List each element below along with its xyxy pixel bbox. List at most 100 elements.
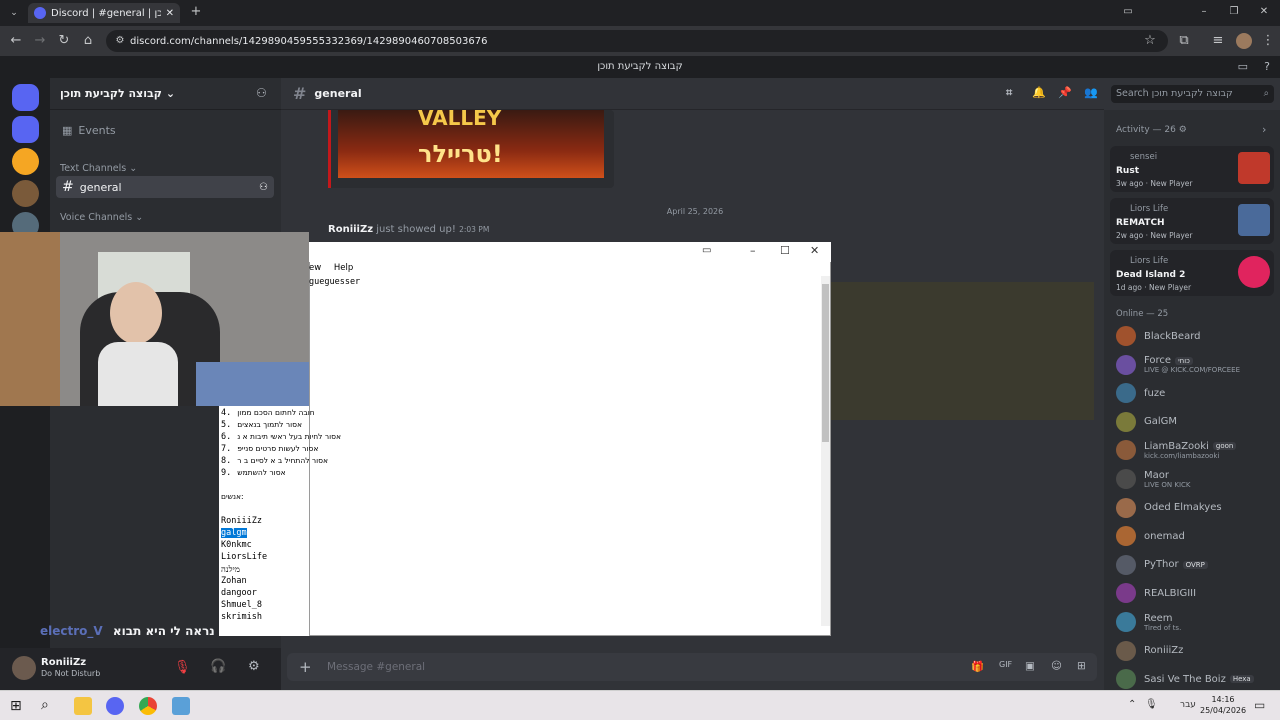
pinned-icon[interactable]: 📌 xyxy=(1058,86,1072,99)
member-item[interactable]: Reem Tired of ts. xyxy=(1116,609,1276,635)
notepad-first-line: gueguesser xyxy=(309,277,361,287)
restore-icon[interactable]: ❐ xyxy=(1226,5,1242,19)
minimize-icon[interactable]: – xyxy=(1196,5,1212,19)
profile-avatar[interactable] xyxy=(1236,33,1252,49)
activity-user: Liors Life xyxy=(1130,256,1169,266)
rule-line: 9. אסור להשתמש xyxy=(221,468,286,478)
channel-general[interactable]: # general ⚇ xyxy=(56,176,274,198)
media-icon[interactable]: ≡ xyxy=(1210,34,1226,48)
member-item[interactable]: Maor LIVE ON KICK xyxy=(1116,466,1276,492)
settings-gear-icon[interactable]: ⚙ xyxy=(248,659,260,674)
activity-card[interactable]: Liors Life REMATCH 2w ago · New Player xyxy=(1110,198,1274,244)
member-name: BlackBeard xyxy=(1144,330,1201,342)
url-field[interactable]: ⚙ discord.com/channels/14298904595553323… xyxy=(106,30,1168,52)
gift-icon[interactable]: 🎁 xyxy=(971,660,984,673)
site-info-icon[interactable]: ⚙ xyxy=(112,34,128,48)
member-badge: Hexa xyxy=(1229,675,1254,684)
events-item[interactable]: ▦ Events xyxy=(56,119,274,141)
menu-help[interactable]: Help xyxy=(334,263,353,273)
chrome-icon[interactable] xyxy=(139,697,157,715)
server-icon-g[interactable] xyxy=(12,148,39,175)
apps-icon[interactable]: ⊞ xyxy=(1077,660,1086,672)
clock-time: 14:16 xyxy=(1211,695,1235,704)
discord-icon[interactable] xyxy=(106,697,124,715)
cast-icon[interactable]: ▭ xyxy=(1120,5,1136,19)
add-attachment-icon[interactable]: + xyxy=(299,658,312,676)
rule-line: 5. אסור לתמוך בנאצים xyxy=(221,420,302,430)
headphones-icon[interactable]: 🎧 xyxy=(210,659,226,674)
tab-search-icon[interactable]: ⌄ xyxy=(6,6,22,20)
minimize-icon[interactable]: – xyxy=(750,244,756,257)
threads-icon[interactable]: ⌗ xyxy=(1006,86,1012,100)
member-item[interactable]: Force כוחי LIVE @ KICK.COM/FORCEEE xyxy=(1116,352,1276,378)
maximize-icon[interactable]: ☐ xyxy=(780,244,790,257)
address-bar-row: ← → ↻ ⌂ ⚙ discord.com/channels/142989045… xyxy=(0,26,1280,56)
activity-title: REMATCH xyxy=(1116,218,1165,228)
server-icon-current[interactable] xyxy=(12,116,39,143)
mic-muted-icon[interactable]: 🎙 xyxy=(174,660,191,675)
server-header[interactable]: קבוצה לקביעת תוכן ⌄ ⚇ xyxy=(50,78,281,110)
menu-icon[interactable]: ⋮ xyxy=(1260,34,1276,48)
mic-icon[interactable]: 🎙 xyxy=(1145,699,1158,710)
search-input[interactable]: Search קבוצה לקביעת תוכן ⌕ xyxy=(1111,85,1274,103)
inbox-icon[interactable]: ▭ xyxy=(1238,56,1248,78)
notification-bell-icon[interactable]: 🔔 xyxy=(1032,86,1046,99)
close-window-icon[interactable]: ✕ xyxy=(1256,5,1272,19)
notifications-icon[interactable]: ▭ xyxy=(1254,698,1265,712)
member-item[interactable]: LiamBaZooki goon kick.com/liambazooki xyxy=(1116,437,1276,463)
close-tab-icon[interactable]: ✕ xyxy=(166,8,174,19)
category-label: Text Channels xyxy=(60,163,127,174)
bed xyxy=(196,362,309,406)
close-icon[interactable]: ✕ xyxy=(810,244,819,257)
chevron-right-icon[interactable]: › xyxy=(1262,123,1266,136)
new-tab-icon[interactable]: + xyxy=(188,5,204,19)
windows-start-icon[interactable]: ⊞ xyxy=(10,698,22,714)
clock[interactable]: 14:16 25/04/2026 xyxy=(1200,694,1246,716)
vertical-scrollbar[interactable] xyxy=(821,276,830,626)
invite-icon[interactable]: ⚇ xyxy=(256,86,267,100)
language-indicator[interactable]: עבר xyxy=(1180,700,1196,710)
activity-card[interactable]: sensei Rust 3w ago · New Player xyxy=(1110,146,1274,192)
browser-tab-discord[interactable]: Discord | #general | קבוצה לקביעת תוכן ✕ xyxy=(28,3,180,23)
category-text-channels[interactable]: Text Channels ⌄ xyxy=(60,163,137,174)
emoji-icon[interactable]: ☺ xyxy=(1051,660,1062,672)
scrollbar-thumb[interactable] xyxy=(822,284,829,442)
user-name: RoniiiZz xyxy=(41,657,87,668)
member-item[interactable]: REALBIGIII xyxy=(1116,580,1276,606)
reload-icon[interactable]: ↻ xyxy=(56,34,72,48)
home-button[interactable] xyxy=(12,84,39,111)
member-item[interactable]: onemad xyxy=(1116,523,1276,549)
home-icon[interactable]: ⌂ xyxy=(80,34,96,48)
member-item[interactable]: fuze xyxy=(1116,380,1276,406)
member-item[interactable]: Sasi Ve The Boiz Hexa xyxy=(1116,666,1276,692)
menu-view[interactable]: ew xyxy=(309,263,321,273)
message-author[interactable]: RoniiiZz xyxy=(328,224,373,235)
tray-chevron-icon[interactable]: ⌃ xyxy=(1128,699,1136,710)
member-name: GalGM xyxy=(1144,416,1178,428)
message-input[interactable]: + Message #general 🎁 GIF ▣ ☺ ⊞ xyxy=(287,653,1097,681)
notepad-icon[interactable] xyxy=(172,697,190,715)
member-item[interactable]: PyThor OVRP xyxy=(1116,552,1276,578)
category-voice-channels[interactable]: Voice Channels ⌄ xyxy=(60,212,143,223)
snap-icon[interactable]: ▭ xyxy=(702,245,711,256)
member-item[interactable]: GalGM xyxy=(1116,409,1276,435)
trailer-image[interactable]: VALLEY טריילר! xyxy=(338,110,604,178)
file-explorer-icon[interactable] xyxy=(74,697,92,715)
back-icon[interactable]: ← xyxy=(8,34,24,48)
help-icon[interactable]: ? xyxy=(1264,56,1270,78)
sticker-icon[interactable]: ▣ xyxy=(1025,660,1035,672)
forward-icon[interactable]: → xyxy=(32,34,48,48)
member-list-icon[interactable]: 👥 xyxy=(1084,86,1098,99)
search-icon[interactable]: ⌕ xyxy=(41,697,49,713)
activity-card[interactable]: Liors Life Dead Island 2 1d ago · New Pl… xyxy=(1110,250,1274,296)
user-avatar[interactable] xyxy=(12,656,36,680)
gif-icon[interactable]: GIF xyxy=(999,660,1012,669)
member-item[interactable]: RoniiiZz xyxy=(1116,638,1276,664)
member-item[interactable]: Oded Elmakyes xyxy=(1116,495,1276,521)
member-item[interactable]: BlackBeard xyxy=(1116,323,1276,349)
server-icon-3[interactable] xyxy=(12,180,39,207)
extensions-icon[interactable]: ⧉ xyxy=(1176,34,1192,48)
bookmark-star-icon[interactable]: ☆ xyxy=(1142,34,1158,48)
activity-user: Liors Life xyxy=(1130,204,1169,214)
invite-user-icon[interactable]: ⚇ xyxy=(259,182,268,193)
